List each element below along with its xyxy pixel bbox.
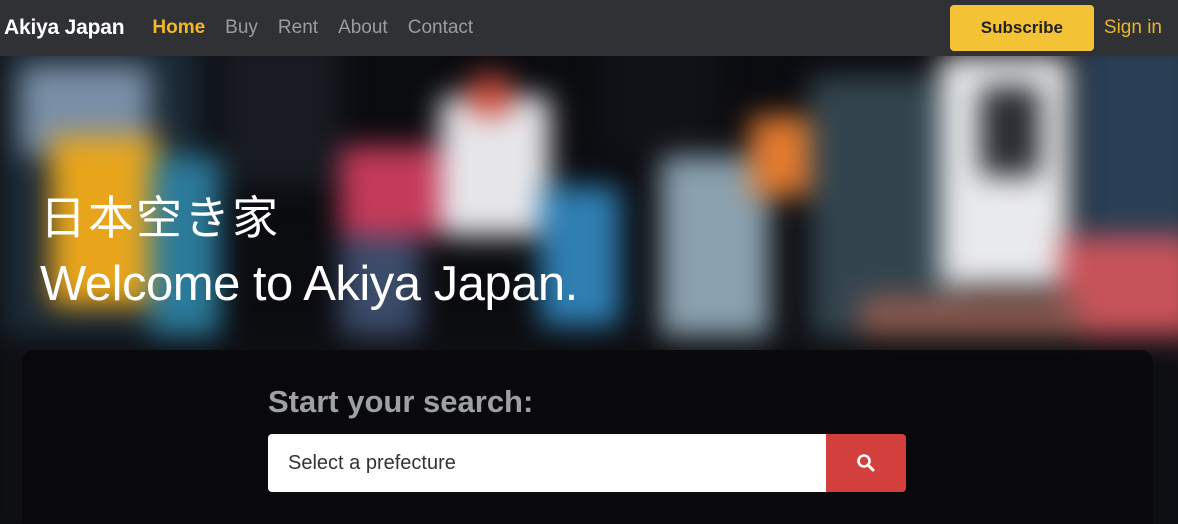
nav-right-actions: Subscribe Sign in [949,0,1162,56]
nav-links: Home Buy Rent About Contact [152,17,493,39]
search-title: Start your search: [268,384,534,419]
hero-heading: 日本空き家 Welcome to Akiya Japan. [40,190,578,316]
hero-title-welcome: Welcome to Akiya Japan. [40,257,578,311]
hero-section: 日本空き家 Welcome to Akiya Japan. Start your… [0,56,1178,524]
search-panel: Start your search: Select a prefecture [22,350,1153,524]
nav-link-contact[interactable]: Contact [408,17,473,39]
nav-link-about[interactable]: About [338,17,388,39]
sign-in-link[interactable]: Sign in [1104,17,1162,39]
subscribe-button[interactable]: Subscribe [949,5,1094,51]
brand-logo-link[interactable]: Akiya Japan [4,16,125,40]
top-navbar: Akiya Japan Home Buy Rent About Contact … [0,0,1178,56]
prefecture-select[interactable]: Select a prefecture [268,434,827,492]
search-icon [857,454,875,472]
nav-link-rent[interactable]: Rent [278,17,318,39]
nav-link-home[interactable]: Home [152,17,205,39]
hero-title-japanese: 日本空き家 [40,191,280,245]
search-group: Select a prefecture [268,434,906,492]
search-button[interactable] [826,434,906,492]
nav-link-buy[interactable]: Buy [225,17,258,39]
